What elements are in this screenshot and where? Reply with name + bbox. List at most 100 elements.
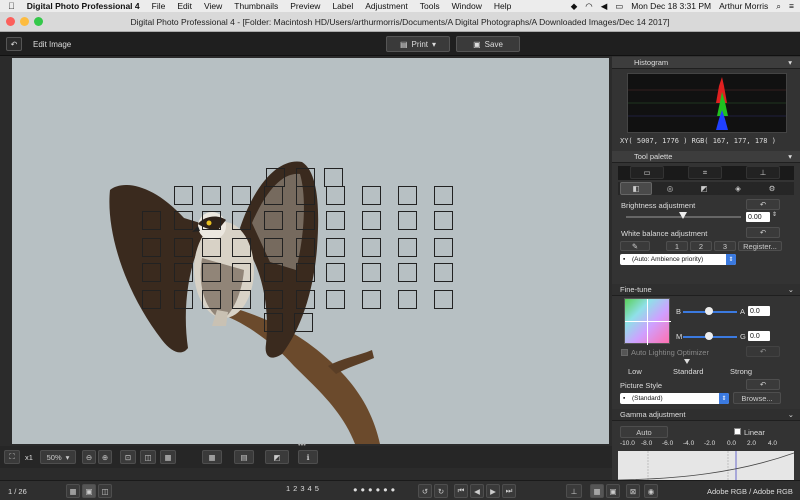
image-preview[interactable] xyxy=(12,58,609,444)
tool-palette-header[interactable]: Tool palette ▾ xyxy=(612,151,800,163)
collapse-icon[interactable]: ⌄ xyxy=(788,285,794,294)
next-image-button[interactable]: ▶ xyxy=(486,484,500,498)
browse-button[interactable]: Browse... xyxy=(733,392,781,404)
clock-text[interactable]: Mon Dec 18 3:31 PM xyxy=(631,1,711,11)
m-g-slider-thumb[interactable] xyxy=(705,332,713,340)
chevron-down-icon[interactable]: ▾ xyxy=(788,152,792,161)
zoom-prefix[interactable]: x1 xyxy=(25,453,33,462)
star-2[interactable]: 2 xyxy=(293,484,297,493)
menu-help[interactable]: Help xyxy=(494,1,511,11)
back-button[interactable]: ↶ xyxy=(6,37,22,51)
linear-checkbox[interactable] xyxy=(734,428,741,435)
menu-preview[interactable]: Preview xyxy=(290,1,320,11)
wb-register-button[interactable]: Register... xyxy=(738,241,782,251)
tab-tone[interactable]: ◎ xyxy=(654,182,686,195)
close-window-button[interactable] xyxy=(6,17,15,26)
battery-icon[interactable]: ▭ xyxy=(615,1,623,12)
menu-tools[interactable]: Tools xyxy=(420,1,440,11)
collapse-icon[interactable]: ⌄ xyxy=(788,410,794,419)
label-dots[interactable]: ●●●●●● xyxy=(353,485,398,494)
fine-tune-header[interactable]: Fine-tune ⌄ xyxy=(612,284,800,296)
info-button[interactable]: ℹ xyxy=(298,450,318,464)
volume-icon[interactable]: ◀ xyxy=(601,1,608,12)
b-a-slider-thumb[interactable] xyxy=(705,307,713,315)
g-value[interactable]: 0.0 xyxy=(748,331,770,341)
basic-adjust-tool-button[interactable]: ▭ xyxy=(630,166,664,179)
crop-tool-button[interactable]: ⌗ xyxy=(688,166,722,179)
picture-style-select[interactable]: ▪ (Standard) ⇕ xyxy=(620,393,729,404)
histogram-header[interactable]: Histogram ▾ xyxy=(612,57,800,69)
brightness-value[interactable]: 0.00 xyxy=(746,212,770,222)
alo-slider-thumb[interactable] xyxy=(684,359,690,364)
layout-2-button[interactable]: ▣ xyxy=(606,484,620,498)
wb-preset-3-button[interactable]: 3 xyxy=(714,241,736,251)
view-split-button[interactable]: ◫ xyxy=(98,484,112,498)
menu-view[interactable]: View xyxy=(204,1,222,11)
chevron-down-icon[interactable]: ▾ xyxy=(788,58,792,67)
a-value[interactable]: 0.0 xyxy=(748,306,770,316)
gamma-header[interactable]: Gamma adjustment ⌄ xyxy=(612,409,800,421)
trim-tool-button[interactable]: ⊡ xyxy=(120,450,136,464)
gamma-curve-graph[interactable] xyxy=(617,451,795,481)
prev-image-button[interactable]: ◀ xyxy=(470,484,484,498)
first-image-button[interactable]: ⏮ xyxy=(454,484,468,498)
menu-file[interactable]: File xyxy=(152,1,166,11)
minimize-window-button[interactable] xyxy=(20,17,29,26)
menu-adjustment[interactable]: Adjustment xyxy=(365,1,408,11)
dropbox-icon[interactable]: ◆ xyxy=(571,1,578,12)
wb-eyedropper-button[interactable]: ✎ xyxy=(620,241,650,251)
layout-1-button[interactable]: ▦ xyxy=(590,484,604,498)
zoom-out-button[interactable]: ⊖ xyxy=(82,450,96,464)
highlight-warning-button[interactable]: ◩ xyxy=(265,450,289,464)
star-1[interactable]: 1 xyxy=(286,484,290,493)
menu-edit[interactable]: Edit xyxy=(177,1,192,11)
brightness-reset-button[interactable]: ↶ xyxy=(746,199,780,210)
star-5[interactable]: 5 xyxy=(315,484,319,493)
rotate-left-button[interactable]: ↺ xyxy=(418,484,432,498)
last-image-button[interactable]: ⏭ xyxy=(502,484,516,498)
gamma-auto-button[interactable]: Auto xyxy=(620,426,668,438)
brightness-stepper[interactable]: ⇕ xyxy=(772,211,777,218)
menu-app-name[interactable]: Digital Photo Professional 4 xyxy=(27,1,140,11)
tab-settings[interactable]: ⚙ xyxy=(756,182,788,195)
tab-curve[interactable]: ◩ xyxy=(688,182,720,195)
menu-label[interactable]: Label xyxy=(332,1,353,11)
tab-color[interactable]: ◈ xyxy=(722,182,754,195)
zoom-in-button[interactable]: ⊕ xyxy=(98,450,112,464)
picture-style-reset-button[interactable]: ↶ xyxy=(746,379,780,390)
star-4[interactable]: 4 xyxy=(308,484,312,493)
menu-list-icon[interactable]: ≡ xyxy=(789,1,794,11)
apple-icon[interactable]:  xyxy=(8,1,15,11)
grid-overlay-button[interactable]: ▦ xyxy=(160,450,176,464)
rotate-right-button[interactable]: ↻ xyxy=(434,484,448,498)
alo-reset-button[interactable]: ↶ xyxy=(746,346,780,357)
fit-screen-button[interactable]: ⛶ xyxy=(4,450,20,464)
wb-reset-button[interactable]: ↶ xyxy=(746,227,780,238)
user-name[interactable]: Arthur Morris xyxy=(719,1,768,11)
search-icon[interactable]: ⌕ xyxy=(776,1,781,12)
alo-checkbox[interactable] xyxy=(621,349,628,356)
compare-button[interactable]: ◫ xyxy=(140,450,156,464)
layout-3-button[interactable]: ⊠ xyxy=(626,484,640,498)
af-point-button[interactable]: ▦ xyxy=(202,450,222,464)
stamp-tool-button[interactable]: ⊥ xyxy=(746,166,780,179)
layout-button[interactable]: ▤ xyxy=(234,450,254,464)
compare-panel-button[interactable]: ⊥ xyxy=(566,484,582,498)
zoom-select[interactable]: 50% ▾ xyxy=(40,450,76,464)
color-wheel[interactable] xyxy=(624,298,671,345)
print-button[interactable]: ▤ Print ▾ xyxy=(386,36,450,52)
menu-window[interactable]: Window xyxy=(452,1,482,11)
wb-select[interactable]: ▪ (Auto: Ambience priority) ⇕ xyxy=(620,254,736,265)
view-single-button[interactable]: ▣ xyxy=(82,484,96,498)
menu-thumbnails[interactable]: Thumbnails xyxy=(234,1,278,11)
view-grid-button[interactable]: ▦ xyxy=(66,484,80,498)
wb-preset-1-button[interactable]: 1 xyxy=(666,241,688,251)
expand-handle[interactable]: ••• xyxy=(298,440,306,449)
star-3[interactable]: 3 xyxy=(300,484,304,493)
wb-preset-2-button[interactable]: 2 xyxy=(690,241,712,251)
brightness-slider-thumb[interactable] xyxy=(679,212,687,219)
zoom-window-button[interactable] xyxy=(34,17,43,26)
wifi-icon[interactable]: ◠ xyxy=(585,1,592,12)
save-button[interactable]: ▣ Save xyxy=(456,36,520,52)
camera-button[interactable]: ◉ xyxy=(644,484,658,498)
